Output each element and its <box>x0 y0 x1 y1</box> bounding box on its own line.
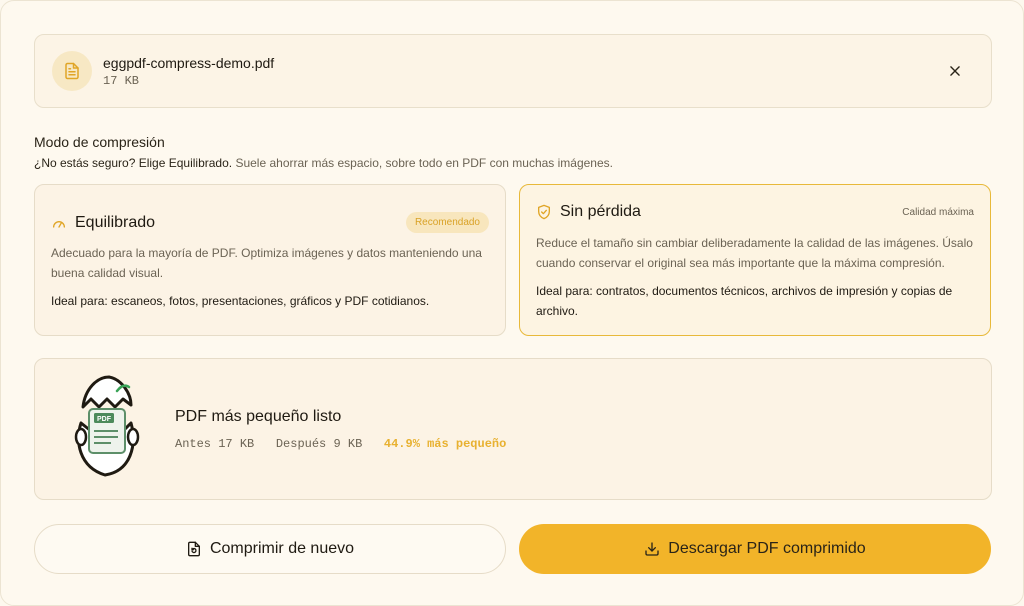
egg-pdf-illustration: PDF <box>74 375 140 477</box>
file-text-icon <box>52 51 92 91</box>
recommended-badge: Recomendado <box>405 212 489 233</box>
after-label: Después <box>275 437 327 451</box>
before-label: Antes <box>175 437 212 451</box>
mode-name: Sin pérdida <box>560 203 641 220</box>
file-refresh-icon <box>187 541 200 557</box>
close-icon <box>950 66 960 76</box>
after-value: 9 KB <box>333 437 363 451</box>
remove-file-button[interactable] <box>943 59 967 83</box>
download-icon <box>645 542 659 556</box>
compression-mode-title: Modo de compresión <box>34 134 165 150</box>
mode-header: Sin pérdida Calidad máxima <box>536 203 974 221</box>
mode-name: Equilibrado <box>75 213 156 231</box>
download-label: Descargar PDF comprimido <box>668 540 866 557</box>
gauge-icon <box>53 220 65 228</box>
compression-mode-hint: ¿No estás seguro? Elige Equilibrado. Sue… <box>34 156 613 170</box>
hint-rest: Suele ahorrar más espacio, sobre todo en… <box>232 156 613 170</box>
illustration-pdf-label: PDF <box>97 416 112 423</box>
file-size: 17 KB <box>103 74 140 88</box>
download-button[interactable]: Descargar PDF comprimido <box>519 524 991 574</box>
result-title: PDF más pequeño listo <box>175 408 342 425</box>
saving-percentage: 44.9% más pequeño <box>383 437 507 451</box>
mode-option-balanced[interactable]: Equilibrado Recomendado Adecuado para la… <box>34 184 506 336</box>
mode-ideal-for: Ideal para: contratos, documentos técnic… <box>536 284 953 318</box>
result-stats: Antes 17 KB Después 9 KB 44.9% más peque… <box>175 437 506 451</box>
max-quality-badge: Calidad máxima <box>902 206 974 218</box>
shield-check-icon <box>538 204 550 220</box>
file-card: eggpdf-compress-demo.pdf 17 KB <box>34 34 992 108</box>
mode-description: Adecuado para la mayoría de PDF. Optimiz… <box>51 246 482 280</box>
mode-header: Equilibrado Recomendado <box>51 212 489 233</box>
recompress-button[interactable]: Comprimir de nuevo <box>34 524 506 574</box>
mode-description: Reduce el tamaño sin cambiar deliberadam… <box>536 236 973 270</box>
file-name: eggpdf-compress-demo.pdf <box>103 55 275 71</box>
mode-ideal-for: Ideal para: escaneos, fotos, presentacio… <box>51 294 430 308</box>
result-card: PDF PDF más pequeño listo Antes 17 KB De… <box>34 358 992 500</box>
mode-option-lossless[interactable]: Sin pérdida Calidad máxima Reduce el tam… <box>519 184 991 336</box>
hint-strong: ¿No estás seguro? Elige Equilibrado. <box>34 156 233 170</box>
app-frame: eggpdf-compress-demo.pdf 17 KB Modo de c… <box>0 0 1024 606</box>
recompress-label: Comprimir de nuevo <box>209 540 355 557</box>
before-value: 17 KB <box>218 437 255 451</box>
